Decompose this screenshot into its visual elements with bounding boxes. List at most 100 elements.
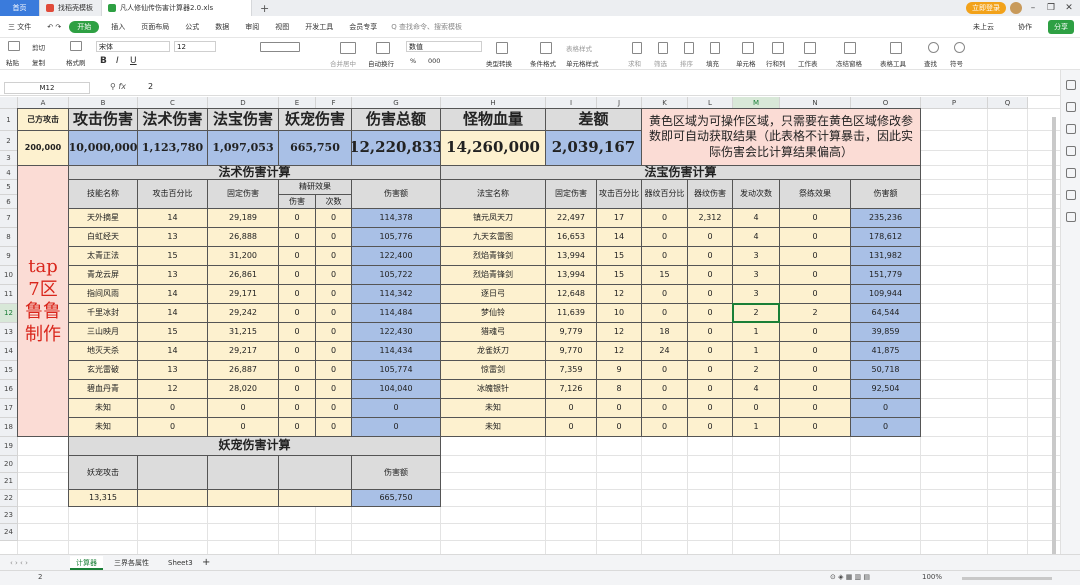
menu-page-layout[interactable]: 页面布局	[133, 22, 177, 32]
treasure-fixed[interactable]: 9,770	[545, 341, 597, 361]
pet-attack-value[interactable]: 13,315	[68, 489, 138, 507]
skill-damage-amount[interactable]: 122,400	[351, 246, 441, 266]
pattern-pct[interactable]: 0	[641, 227, 688, 247]
row-header[interactable]: 9	[0, 247, 18, 266]
label-monster-hp[interactable]: 怪物血量	[440, 108, 546, 131]
symbol-icon[interactable]	[954, 42, 965, 53]
percent-button[interactable]: %	[410, 57, 416, 65]
align-icons[interactable]	[260, 42, 300, 52]
search-icon[interactable]	[928, 42, 939, 53]
treasure-fixed[interactable]: 0	[545, 417, 597, 437]
sacrifice-effect[interactable]: 0	[779, 379, 851, 399]
skill-refine-damage[interactable]: 0	[278, 265, 316, 285]
table-style-button[interactable]: 表格样式	[566, 43, 592, 53]
pattern-pct[interactable]: 0	[641, 246, 688, 266]
skill-damage-amount[interactable]: 0	[351, 398, 441, 418]
pattern-pct[interactable]: 0	[641, 208, 688, 228]
sheet-tab-sheet3[interactable]: Sheet3	[162, 556, 199, 570]
author-label[interactable]: tap 7区 鲁鲁 制作	[17, 165, 69, 437]
treasure-fixed[interactable]: 22,497	[545, 208, 597, 228]
treasure-pct[interactable]: 9	[596, 360, 642, 380]
sum-icon[interactable]	[632, 42, 642, 54]
sacrifice-effect[interactable]: 0	[779, 246, 851, 266]
tab-document[interactable]: 凡人修仙传伤害计算器2.0.xls	[102, 0, 252, 16]
avatar[interactable]	[1010, 2, 1022, 14]
header-trigger-count[interactable]: 发动次数	[732, 179, 780, 209]
panel-icon[interactable]	[1066, 190, 1076, 200]
skill-refine-times[interactable]: 0	[315, 284, 352, 304]
treasure-fixed[interactable]: 7,359	[545, 360, 597, 380]
pattern-pct[interactable]: 0	[641, 360, 688, 380]
skill-name[interactable]: 青龙云屏	[68, 265, 138, 285]
pet-header-blank[interactable]	[207, 455, 279, 490]
treasure-fixed[interactable]: 7,126	[545, 379, 597, 399]
label-own-attack[interactable]: 己方攻击	[17, 108, 69, 131]
number-format-select[interactable]: 数值	[406, 41, 482, 52]
command-search[interactable]: Q 查找命令、搜索模板	[391, 22, 462, 32]
row-header[interactable]: 6	[0, 195, 18, 209]
skill-name[interactable]: 天外摘星	[68, 208, 138, 228]
treasure-pct[interactable]: 15	[596, 246, 642, 266]
format-painter-button[interactable]: 格式刷	[66, 57, 86, 67]
treasure-damage-amount[interactable]: 50,718	[850, 360, 921, 380]
sort-icon[interactable]	[684, 42, 694, 54]
header-treasure-pct[interactable]: 攻击百分比	[596, 179, 642, 209]
skill-name[interactable]: 碧血丹青	[68, 379, 138, 399]
row-header[interactable]: 1	[0, 109, 18, 131]
skill-name[interactable]: 太青正法	[68, 246, 138, 266]
skill-damage-amount[interactable]: 0	[351, 417, 441, 437]
skill-refine-damage[interactable]: 0	[278, 341, 316, 361]
skill-refine-damage[interactable]: 0	[278, 227, 316, 247]
row-header[interactable]: 18	[0, 418, 18, 437]
format-painter-icon[interactable]	[70, 41, 82, 51]
skill-refine-times[interactable]: 0	[315, 208, 352, 228]
label-pet-damage[interactable]: 妖宠伤害	[278, 108, 352, 131]
sacrifice-effect[interactable]: 0	[779, 208, 851, 228]
spreadsheet-grid[interactable]: A B C D E F G H I J K L M N O P Q 1 2 3 4 5 6 7 8 9 10 11 12 13 14 15 16…	[0, 97, 1060, 554]
skill-fixed-damage[interactable]: 29,189	[207, 208, 279, 228]
skill-name[interactable]: 未知	[68, 417, 138, 437]
label-attack-damage[interactable]: 攻击伤害	[68, 108, 138, 131]
skill-fixed-damage[interactable]: 26,887	[207, 360, 279, 380]
own-attack-value[interactable]: 200,000	[17, 130, 69, 166]
treasure-fixed[interactable]: 12,648	[545, 284, 597, 304]
magic-damage-value[interactable]: 1,123,780	[137, 130, 208, 166]
menu-developer[interactable]: 开发工具	[297, 22, 341, 32]
bold-button[interactable]: B	[100, 56, 107, 66]
treasure-fixed[interactable]: 13,994	[545, 246, 597, 266]
treasure-damage-amount[interactable]: 92,504	[850, 379, 921, 399]
column-header[interactable]: Q	[988, 97, 1028, 109]
type-convert-icon[interactable]	[496, 42, 508, 54]
row-header[interactable]: 8	[0, 228, 18, 247]
skill-refine-times[interactable]: 0	[315, 360, 352, 380]
cloud-status[interactable]: 未上云	[965, 22, 1002, 32]
treasure-pct[interactable]: 14	[596, 227, 642, 247]
panel-icon[interactable]	[1066, 168, 1076, 178]
row-header[interactable]: 21	[0, 473, 18, 490]
header-pet-attack[interactable]: 妖宠攻击	[68, 455, 138, 490]
treasure-name[interactable]: 逐日弓	[440, 284, 546, 304]
skill-attack-pct[interactable]: 14	[137, 303, 208, 323]
skill-damage-amount[interactable]: 114,434	[351, 341, 441, 361]
merge-button[interactable]: 合并居中	[330, 58, 356, 68]
treasure-damage-amount[interactable]: 151,779	[850, 265, 921, 285]
pet-blank[interactable]	[207, 489, 279, 507]
sacrifice-effect[interactable]: 0	[779, 417, 851, 437]
row-header[interactable]: 4	[0, 166, 18, 180]
treasure-name[interactable]: 冰魄银针	[440, 379, 546, 399]
skill-refine-times[interactable]: 0	[315, 322, 352, 342]
skill-attack-pct[interactable]: 14	[137, 284, 208, 304]
treasure-damage-amount[interactable]: 41,875	[850, 341, 921, 361]
conditional-format-button[interactable]: 条件格式	[530, 58, 556, 68]
label-magic-damage[interactable]: 法术伤害	[137, 108, 208, 131]
skill-attack-pct[interactable]: 0	[137, 398, 208, 418]
skill-refine-damage[interactable]: 0	[278, 360, 316, 380]
treasure-name[interactable]: 惊雷剑	[440, 360, 546, 380]
skill-refine-times[interactable]: 0	[315, 379, 352, 399]
skill-damage-amount[interactable]: 114,378	[351, 208, 441, 228]
treasure-pct[interactable]: 17	[596, 208, 642, 228]
skill-name[interactable]: 未知	[68, 398, 138, 418]
pattern-damage[interactable]: 0	[687, 341, 733, 361]
skill-refine-damage[interactable]: 0	[278, 322, 316, 342]
pet-damage-value[interactable]: 665,750	[278, 130, 352, 166]
